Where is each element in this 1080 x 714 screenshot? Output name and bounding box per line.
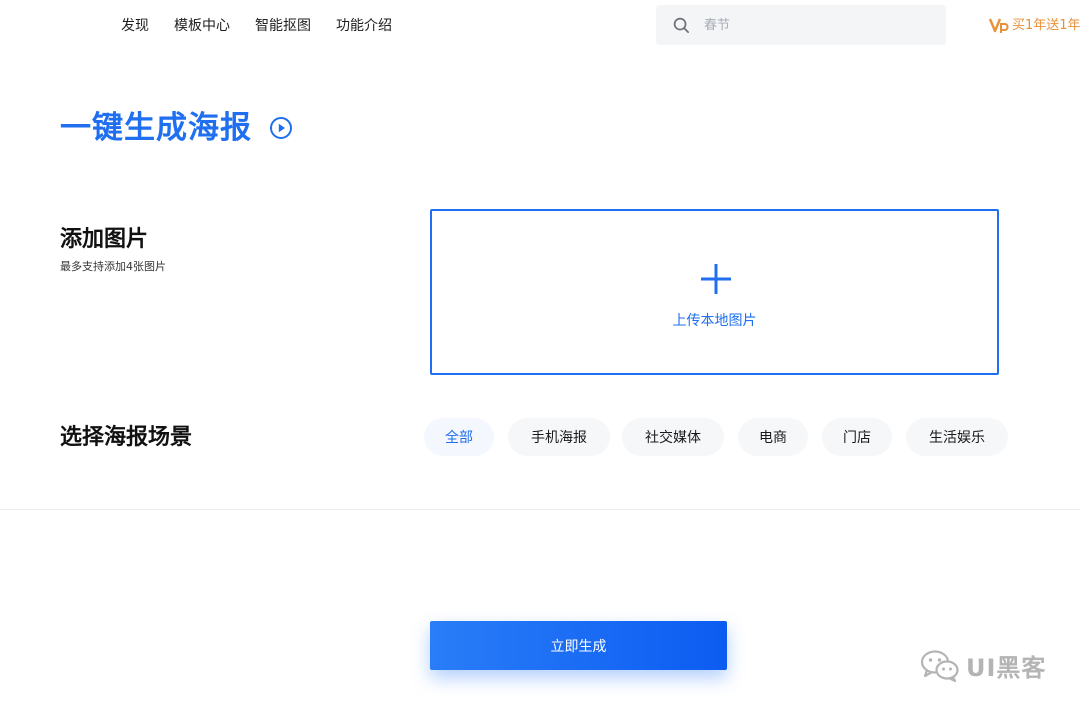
- play-circle-icon[interactable]: [269, 116, 293, 140]
- page: 发现 模板中心 智能抠图 功能介绍 买1年送1年 一键生成海报: [0, 0, 1080, 714]
- scene-chip-lifestyle[interactable]: 生活娱乐: [906, 418, 1008, 456]
- add-images-title: 添加图片: [60, 227, 149, 252]
- upload-label: 上传本地图片: [672, 313, 757, 329]
- nav-item-discover[interactable]: 发现: [121, 17, 149, 35]
- watermark-text: UI黑客: [966, 654, 1047, 682]
- upload-dropzone[interactable]: 上传本地图片: [430, 209, 999, 375]
- page-title: 一键生成海报: [60, 110, 252, 146]
- nav-menu: 发现 模板中心 智能抠图 功能介绍: [121, 17, 392, 35]
- wechat-icon: [920, 649, 959, 682]
- scene-chip-all[interactable]: 全部: [424, 418, 494, 456]
- scene-chip-social-media[interactable]: 社交媒体: [622, 418, 724, 456]
- search-bar: [656, 5, 946, 45]
- scene-chip-store[interactable]: 门店: [822, 418, 892, 456]
- search-icon[interactable]: [673, 17, 690, 34]
- vip-icon: [989, 18, 1009, 33]
- section-divider: [0, 509, 1080, 510]
- top-nav: 发现 模板中心 智能抠图 功能介绍 买1年送1年: [0, 0, 1080, 52]
- promo-text: 买1年送1年: [1012, 18, 1080, 33]
- plus-icon: [701, 264, 731, 294]
- search-input[interactable]: [704, 5, 934, 45]
- nav-item-smart-cutout[interactable]: 智能抠图: [255, 17, 311, 35]
- page-headline: 一键生成海报: [60, 108, 293, 148]
- scene-chip-ecommerce[interactable]: 电商: [738, 418, 808, 456]
- watermark: UI黑客: [920, 648, 1046, 683]
- add-images-subtitle: 最多支持添加4张图片: [60, 260, 166, 273]
- vip-promo[interactable]: 买1年送1年: [989, 17, 1080, 35]
- nav-item-template-center[interactable]: 模板中心: [174, 17, 230, 35]
- scene-chip-mobile-poster[interactable]: 手机海报: [508, 418, 610, 456]
- nav-item-features[interactable]: 功能介绍: [336, 17, 392, 35]
- scene-title: 选择海报场景: [60, 425, 193, 450]
- generate-button[interactable]: 立即生成: [430, 621, 727, 670]
